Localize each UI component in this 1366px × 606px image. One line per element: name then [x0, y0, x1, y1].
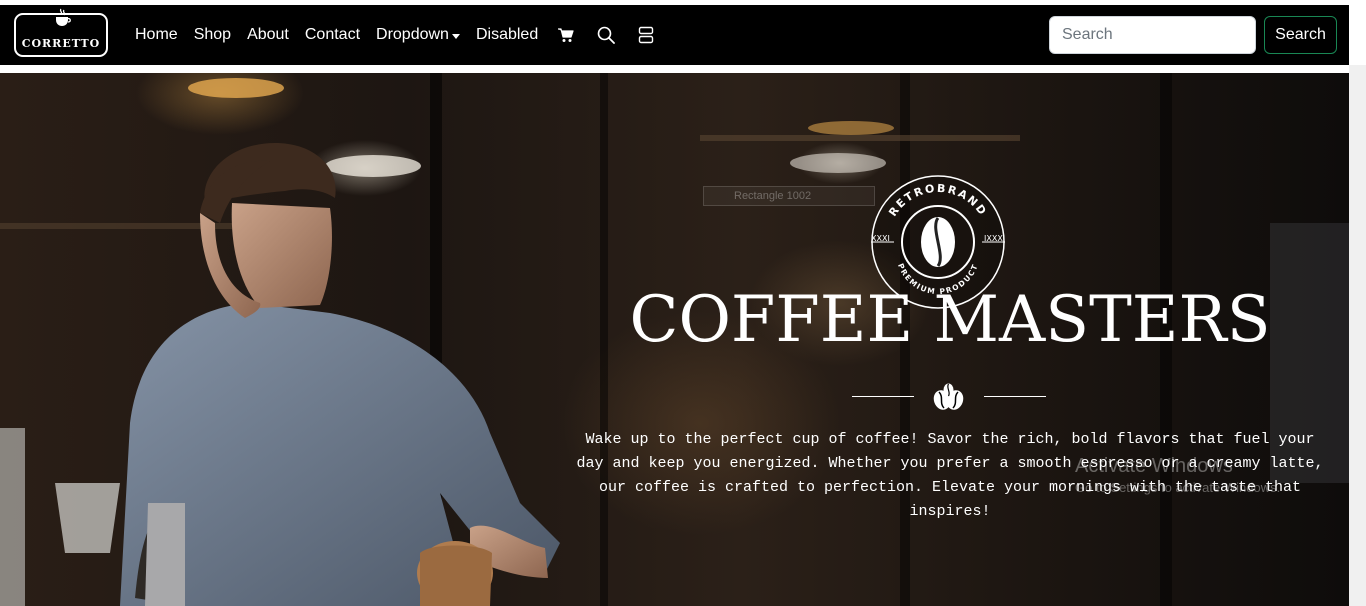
search-icon[interactable]	[586, 5, 626, 65]
search-input[interactable]	[1049, 16, 1256, 54]
hero-divider	[852, 382, 1046, 412]
coffee-beans-icon	[933, 383, 964, 410]
windows-activation-watermark: Activate Windows Go to Settings to activ…	[1075, 455, 1280, 495]
nav-links: Home Shop About Contact Dropdown Disable…	[127, 5, 666, 65]
cart-icon[interactable]	[546, 5, 586, 65]
nav-link-contact[interactable]: Contact	[297, 5, 368, 65]
emblem-right-text: IXXX	[984, 234, 1003, 243]
brand-name: CORRETTO	[21, 37, 101, 50]
divider-line	[984, 396, 1046, 397]
search-button[interactable]: Search	[1264, 16, 1337, 54]
nav-dropdown-label: Dropdown	[376, 26, 449, 43]
nav-link-shop[interactable]: Shop	[186, 5, 239, 65]
nav-link-home[interactable]: Home	[127, 5, 186, 65]
watermark-title: Activate Windows	[1075, 455, 1233, 477]
caret-down-icon	[451, 33, 460, 39]
barista-image	[0, 143, 560, 606]
divider-line	[852, 396, 914, 397]
coffee-cup-icon	[56, 8, 71, 26]
nav-link-disabled: Disabled	[475, 26, 539, 43]
brand-logo[interactable]: CORRETTO	[14, 8, 108, 57]
nav-dropdown-toggle[interactable]: Dropdown	[368, 5, 468, 65]
scrollbar[interactable]	[1349, 65, 1366, 606]
emblem-left-text: XXXI	[871, 234, 890, 243]
layout-icon[interactable]	[626, 5, 666, 65]
background-shelf	[700, 135, 1020, 141]
hero-title: COFFEE MASTERS	[629, 283, 1271, 357]
nav-link-about[interactable]: About	[239, 5, 297, 65]
watermark-subtitle: Go to Settings to activate Windows.	[1075, 480, 1281, 495]
background-lamp	[808, 121, 894, 135]
ghost-label: Rectangle 1002	[703, 186, 875, 206]
navbar: CORRETTO Home Shop About Contact Dropdow…	[0, 5, 1349, 65]
